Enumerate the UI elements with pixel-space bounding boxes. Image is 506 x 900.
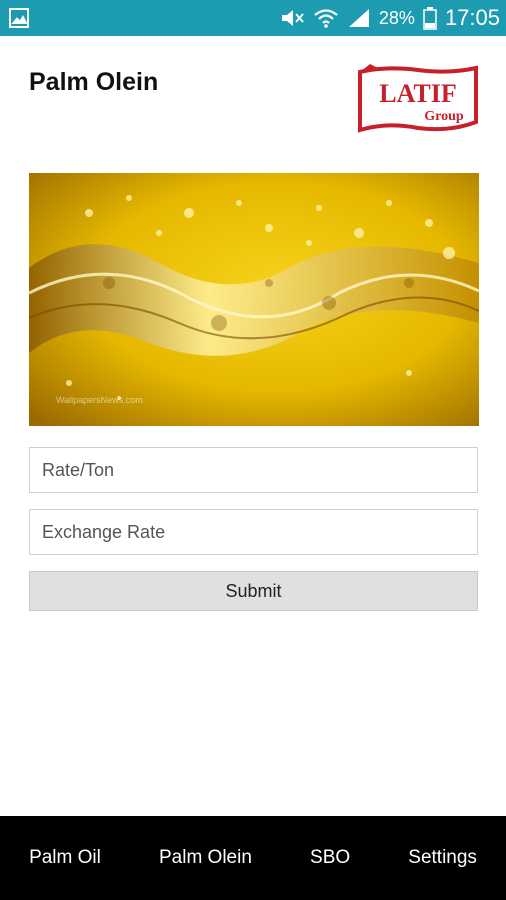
battery-percent: 28% xyxy=(378,8,415,28)
signal-icon xyxy=(348,9,369,27)
bottom-navigation: Palm Oil Palm Olein SBO Settings xyxy=(0,816,506,900)
oil-splash-image xyxy=(29,173,479,426)
page-title: Palm Olein xyxy=(29,68,159,96)
latif-group-logo: LATIF Group xyxy=(358,64,478,133)
rate-per-ton-input[interactable] xyxy=(29,447,478,493)
nav-palm-oil[interactable]: Palm Oil xyxy=(23,839,107,877)
wifi-icon xyxy=(314,9,338,28)
logo-text: LATIF xyxy=(379,79,457,108)
submit-button[interactable]: Submit xyxy=(29,571,478,611)
mute-icon xyxy=(281,10,304,26)
gallery-icon xyxy=(9,8,29,28)
logo-subtext: Group xyxy=(424,109,464,124)
nav-settings[interactable]: Settings xyxy=(402,839,483,877)
status-bar: 28% 17:05 xyxy=(0,0,506,36)
exchange-rate-input[interactable] xyxy=(29,509,478,555)
nav-sbo[interactable]: SBO xyxy=(304,839,356,877)
image-credit: WallpapersNews.com xyxy=(56,395,143,405)
nav-palm-olein[interactable]: Palm Olein xyxy=(153,839,258,877)
battery-icon xyxy=(423,7,437,30)
clock: 17:05 xyxy=(444,5,500,30)
